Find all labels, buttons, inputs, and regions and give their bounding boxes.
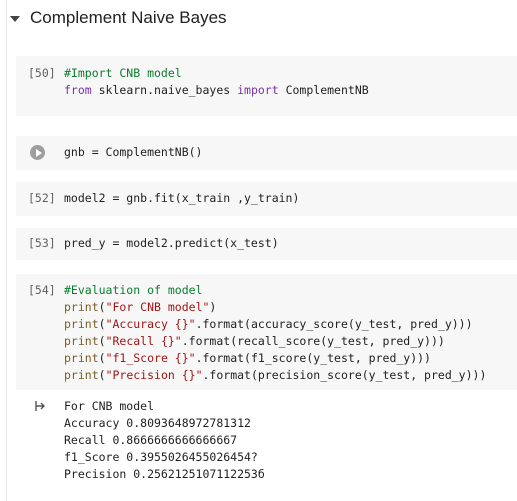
code-token: ( [98,317,106,331]
code-token: #Import CNB model [64,66,182,80]
code-token: ( [98,368,106,382]
code-token: ( [98,334,106,348]
output-line: Accuracy 0.8093648972781312 [64,416,251,430]
code-editor[interactable]: pred_y = model2.predict(x_test) [64,235,279,252]
code-line: gnb = ComplementNB() [64,144,202,161]
code-cell-52[interactable]: [52] model2 = gnb.fit(x_train ,y_train) [16,182,517,216]
execution-count: [52] [28,191,56,205]
code-token: print [64,334,99,348]
execution-count: [54] [28,283,56,297]
output-line: Precision 0.2562125107112253б [64,467,265,481]
code-token: "Accuracy {}" [105,317,196,331]
output-text: For CNB model Accuracy 0.809364897278131… [64,398,265,483]
collapse-caret-icon[interactable] [10,16,20,22]
code-cell-54[interactable]: [54] #Evaluation of model print("For CNB … [16,274,517,390]
code-cell-51[interactable]: gnb = ComplementNB() [16,136,517,170]
code-token: "f1_Score {}" [105,351,196,365]
code-line: #Import CNB model [64,65,369,82]
code-token: print [64,317,99,331]
code-cell-50[interactable]: [50] #Import CNB model from sklearn.naive… [16,56,517,116]
code-editor[interactable]: #Import CNB model from sklearn.naive_baye… [64,65,369,99]
code-editor[interactable]: gnb = ComplementNB() [64,144,202,161]
code-token: print [64,351,99,365]
code-editor[interactable]: #Evaluation of model print("For CNB model… [64,282,486,384]
output-arrow-icon[interactable] [34,400,46,412]
code-token: .format(recall_score(y_test, pred_y))) [181,334,445,348]
code-token: print [64,300,99,314]
code-line: model2 = gnb.fit(x_train ,y_train) [64,190,299,207]
code-token: gnb = ComplementNB() [64,145,203,159]
code-token: "Precision {}" [105,368,203,382]
code-token: .format(accuracy_score(y_test, pred_y))) [195,317,473,331]
code-line: from sklearn.naive_bayes import Compleme… [64,82,369,99]
run-cell-icon[interactable] [30,145,45,160]
code-token: import [237,83,279,97]
code-token: model2 = gnb.fit(x_train ,y_train) [64,191,300,205]
output-line: f1_Score 0.3955026455026454? [64,450,258,464]
section-header[interactable]: Complement Naive Bayes [10,6,227,30]
code-token: sklearn.naive_bayes [91,83,238,97]
code-token: ( [98,300,106,314]
code-token: "Recall {}" [105,334,182,348]
section-title: Complement Naive Bayes [30,8,227,27]
code-cell-53[interactable]: [53] pred_y = model2.predict(x_test) [16,228,517,260]
code-line: print("For CNB model") [64,299,486,316]
code-line: print("Accuracy {}".format(accuracy_scor… [64,316,486,333]
execution-count: [53] [28,236,56,250]
code-editor[interactable]: model2 = gnb.fit(x_train ,y_train) [64,190,299,207]
code-token: "For CNB model" [105,300,210,314]
cell-gutter-rule [6,0,7,501]
code-line: print("Recall {}".format(recall_score(y_… [64,333,486,350]
code-token: ( [98,351,106,365]
code-line: pred_y = model2.predict(x_test) [64,235,279,252]
code-token: from [64,83,92,97]
code-token: ComplementNB [278,83,369,97]
code-token: .format(f1_score(y_test, pred_y))) [195,351,431,365]
code-token: ) [209,300,217,314]
execution-count: [50] [28,66,56,80]
output-line: Recall 0.8666666666666667 [64,433,238,447]
code-line: #Evaluation of model [64,282,486,299]
output-line: For CNB model [64,399,155,413]
code-token: #Evaluation of model [64,283,203,297]
code-token: pred_y = model2.predict(x_test) [64,236,279,250]
code-line: print("f1_Score {}".format(f1_score(y_te… [64,350,486,367]
code-token: print [64,368,99,382]
code-line: print("Precision {}".format(precision_sc… [64,367,486,384]
code-token: .format(precision_score(y_test, pred_y))… [202,368,487,382]
